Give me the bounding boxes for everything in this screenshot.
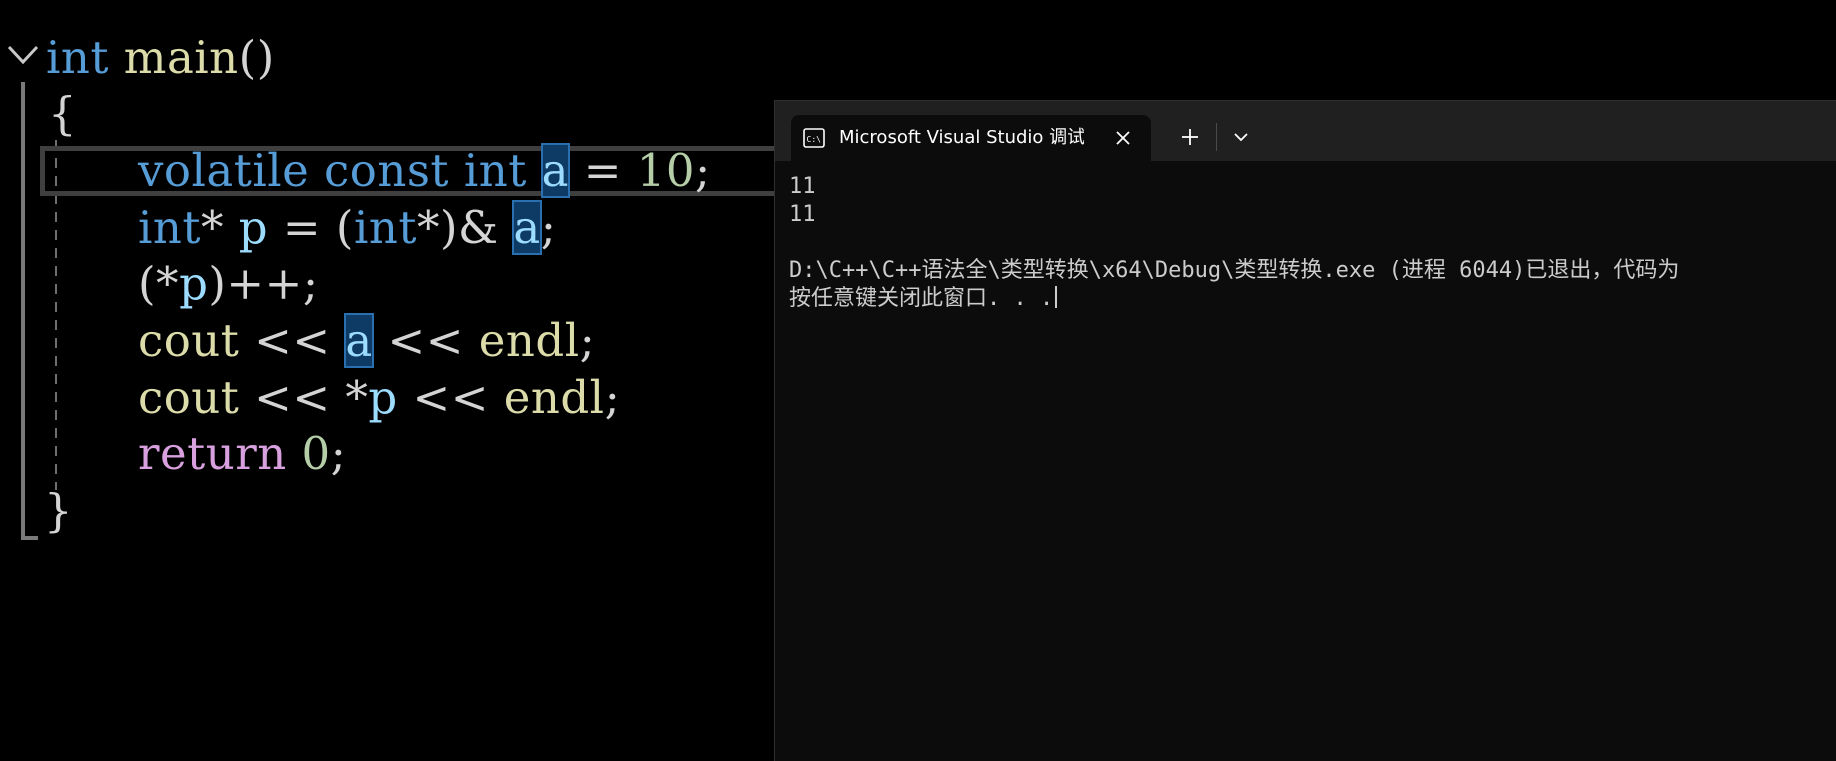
- code-line-cout-a[interactable]: cout << a << endl;: [138, 313, 595, 369]
- code-token-punctuation: [527, 144, 542, 197]
- terminal-tab-bar: C:\ Microsoft Visual Studio 调试控制台: [775, 101, 1836, 161]
- chevron-down-icon[interactable]: [6, 42, 40, 68]
- code-token-identifier: endl: [503, 371, 605, 424]
- console-prompt-text: 按任意键关闭此窗口. . .: [789, 286, 1054, 311]
- code-line-increment[interactable]: (*p)++;: [138, 256, 319, 312]
- code-line-cout-p[interactable]: cout << *p << endl;: [138, 370, 620, 426]
- console-line: 11: [789, 202, 816, 227]
- code-token-punctuation: <<: [239, 314, 346, 367]
- code-line-declare-a[interactable]: volatile const int a = 10;: [138, 143, 711, 199]
- code-token-identifier: endl: [478, 314, 580, 367]
- code-token-punctuation: *: [200, 201, 239, 254]
- code-token-punctuation: (): [238, 31, 275, 84]
- code-token-punctuation: ;: [330, 427, 347, 480]
- code-token-punctuation: *)&: [416, 201, 514, 254]
- code-token-punctuation: [309, 144, 324, 197]
- code-line-return[interactable]: return 0;: [138, 426, 346, 482]
- code-token-keyword: const: [324, 144, 450, 197]
- code-token-keyword: int: [353, 201, 417, 254]
- text-cursor: [1055, 286, 1058, 308]
- code-token-punctuation: [287, 427, 302, 480]
- console-app-icon: C:\: [803, 128, 825, 148]
- code-token-punctuation: }: [44, 484, 74, 537]
- code-token-punctuation: <<: [397, 371, 504, 424]
- code-token-punctuation: (*: [138, 257, 180, 310]
- svg-text:C:\: C:\: [807, 135, 822, 144]
- code-token-highlighted-reference: a: [512, 200, 542, 255]
- console-line-prompt: 按任意键关闭此窗口. . .: [789, 285, 1829, 313]
- code-token-variable: p: [238, 201, 269, 254]
- console-output[interactable]: 11 11 D:\C++\C++语法全\类型转换\x64\Debug\类型转换.…: [789, 173, 1829, 313]
- code-line-open-brace[interactable]: {: [48, 86, 77, 142]
- code-token-identifier: main: [123, 31, 239, 84]
- code-token-return-keyword: return: [138, 427, 287, 480]
- fold-region-end: [21, 536, 38, 540]
- code-token-variable: p: [179, 257, 209, 310]
- code-line-close-brace[interactable]: }: [44, 483, 73, 539]
- code-token-punctuation: <<: [372, 314, 479, 367]
- code-token-identifier: cout: [138, 371, 240, 424]
- code-token-keyword: int: [138, 201, 201, 254]
- console-line: D:\C++\C++语法全\类型转换\x64\Debug\类型转换.exe (进…: [789, 258, 1680, 283]
- code-token-punctuation: ;: [695, 144, 711, 197]
- code-token-punctuation: << *: [239, 371, 369, 424]
- code-token-identifier: cout: [138, 314, 240, 367]
- tab-title: Microsoft Visual Studio 调试控制台: [839, 127, 1084, 148]
- code-token-highlighted-reference: a: [540, 143, 570, 198]
- close-icon[interactable]: [1113, 128, 1133, 148]
- code-token-variable: p: [368, 371, 398, 424]
- tab-debug-console[interactable]: C:\ Microsoft Visual Studio 调试控制台: [791, 115, 1151, 161]
- fold-region-bar: [21, 82, 25, 540]
- plus-icon[interactable]: [1170, 119, 1210, 155]
- code-token-punctuation: ;: [579, 314, 596, 367]
- code-token-punctuation: ;: [604, 371, 621, 424]
- code-token-punctuation: = (: [268, 201, 354, 254]
- debug-console-window[interactable]: C:\ Microsoft Visual Studio 调试控制台 11 11 …: [774, 100, 1836, 761]
- code-token-punctuation: [109, 31, 124, 84]
- console-line: 11: [789, 174, 816, 199]
- code-token-punctuation: {: [48, 87, 78, 140]
- code-token-keyword: int: [463, 144, 527, 197]
- code-token-keyword: int: [46, 31, 109, 84]
- code-token-punctuation: ;: [540, 201, 557, 254]
- code-token-keyword: volatile: [138, 144, 310, 197]
- code-token-punctuation: )++;: [208, 257, 319, 310]
- code-token-highlighted-reference: a: [344, 313, 374, 368]
- code-token-punctuation: =: [568, 144, 637, 197]
- chevron-down-icon[interactable]: [1221, 119, 1261, 155]
- code-token-number-literal: 10: [636, 144, 696, 197]
- code-token-number-literal: 0: [301, 427, 331, 480]
- code-line-function-signature[interactable]: int main(): [46, 30, 275, 86]
- code-line-declare-p[interactable]: int* p = (int*)& a;: [138, 200, 556, 256]
- tab-separator: [1216, 123, 1217, 151]
- code-token-punctuation: [449, 144, 464, 197]
